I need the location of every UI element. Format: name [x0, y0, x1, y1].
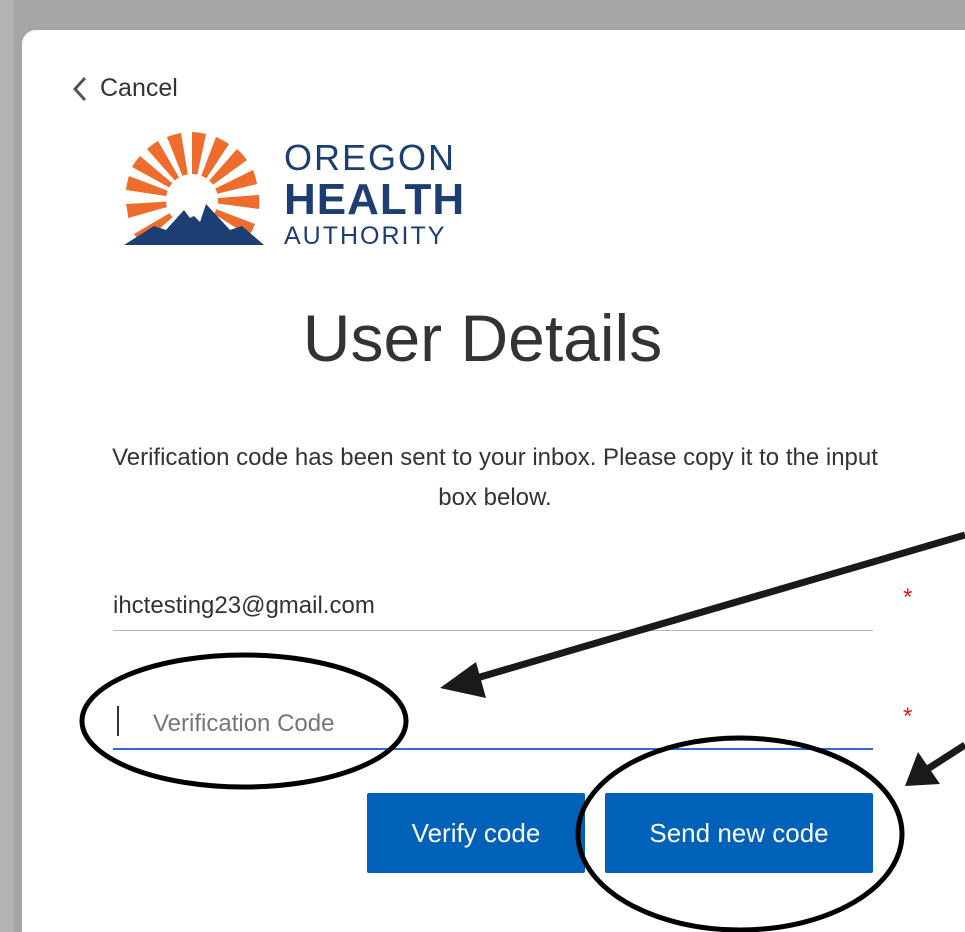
verification-code-placeholder: Verification Code [153, 710, 335, 737]
page-title: User Details [302, 301, 663, 375]
cancel-link[interactable]: Cancel [70, 74, 178, 103]
logo-line-oregon: OREGON [284, 137, 457, 178]
logo-wordmark: OREGON HEALTH AUTHORITY [284, 140, 465, 249]
verification-intro-text: Verification code has been sent to your … [112, 444, 878, 511]
send-new-code-button[interactable]: Send new code [605, 793, 873, 873]
logo-line-authority: AUTHORITY [284, 222, 447, 250]
email-value: ihctesting23@gmail.com [113, 592, 375, 619]
text-cursor [117, 706, 119, 736]
logo-line-health: HEALTH [284, 175, 466, 224]
verify-code-button[interactable]: Verify code [367, 793, 585, 873]
chevron-left-icon [72, 76, 87, 101]
window-frame [0, 0, 14, 932]
email-field[interactable]: ihctesting23@gmail.com [113, 582, 873, 631]
email-required-marker: * [903, 584, 913, 611]
code-required-marker: * [903, 703, 913, 730]
verification-code-input[interactable]: Verification Code [113, 700, 873, 750]
cancel-label: Cancel [100, 74, 178, 102]
